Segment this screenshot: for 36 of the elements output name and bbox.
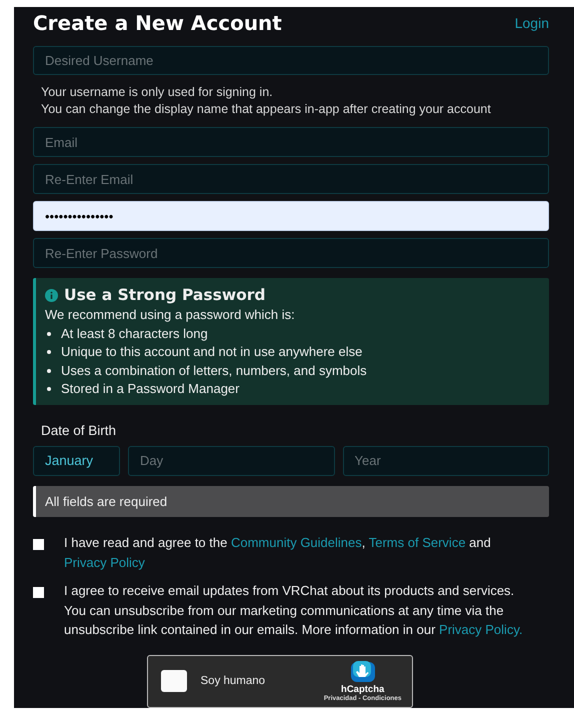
checkbox[interactable] — [33, 587, 44, 598]
agreement-text: I agree to receive email updates from VRChat about its products and services. You can unsubscribe from our marketing communications at any time via the unsubscribe link contained in our emails. More information in our Privacy Policy. — [64, 582, 524, 640]
captcha-label: Soy humano — [200, 675, 266, 688]
policy-link[interactable]: Privacy Policy — [64, 554, 145, 570]
tip-item: Unique to this account and not in use anywhere else — [61, 343, 362, 362]
bullet-icon — [47, 368, 51, 373]
input-field[interactable]: Re-Enter Password — [33, 238, 549, 268]
tip-item: At least 8 characters long — [61, 324, 208, 343]
username-field[interactable]: Desired Username — [33, 46, 549, 76]
tip-item: Uses a combination of letters, numbers, and symbols — [61, 362, 367, 380]
hand-logo-icon — [348, 660, 377, 684]
month-select[interactable]: January — [33, 446, 120, 476]
tip-intro: We recommend using a password which is: — [45, 306, 296, 324]
day-field[interactable]: Day — [128, 446, 334, 476]
policy-link[interactable]: Privacy Policy. — [439, 622, 523, 638]
bullet-icon — [47, 387, 51, 392]
info-icon — [45, 288, 58, 302]
username-help-text: Your username is only used for signing in. You can change the display name that appears in-app after creating your account — [41, 84, 492, 118]
year-field[interactable]: Year — [342, 446, 549, 476]
captcha-brand: hCaptcha — [341, 684, 384, 696]
input-field[interactable]: ••••••••••••••• — [33, 201, 549, 232]
bullet-icon — [47, 350, 51, 354]
captcha-checkbox[interactable] — [160, 670, 186, 692]
required-notice: All fields are required — [33, 486, 549, 518]
policy-link[interactable]: Terms of Service — [368, 535, 466, 550]
checkbox[interactable] — [33, 539, 44, 550]
tip-item: Stored in a Password Manager — [61, 380, 240, 398]
agreement-text: I have read and agree to the Community Guidelines, Terms of Service and Privacy Policy — [64, 534, 492, 572]
input-field[interactable]: Email — [33, 127, 549, 158]
login-link[interactable]: Login — [514, 15, 549, 32]
policy-link[interactable]: Community Guidelines — [230, 535, 362, 550]
bullet-icon — [47, 332, 51, 336]
tip-title: Use a Strong Password — [64, 285, 266, 306]
date-of-birth-label: Date of Birth — [41, 422, 118, 438]
page-title: Create a New Account — [33, 11, 282, 36]
input-field[interactable]: Re-Enter Email — [33, 164, 549, 194]
